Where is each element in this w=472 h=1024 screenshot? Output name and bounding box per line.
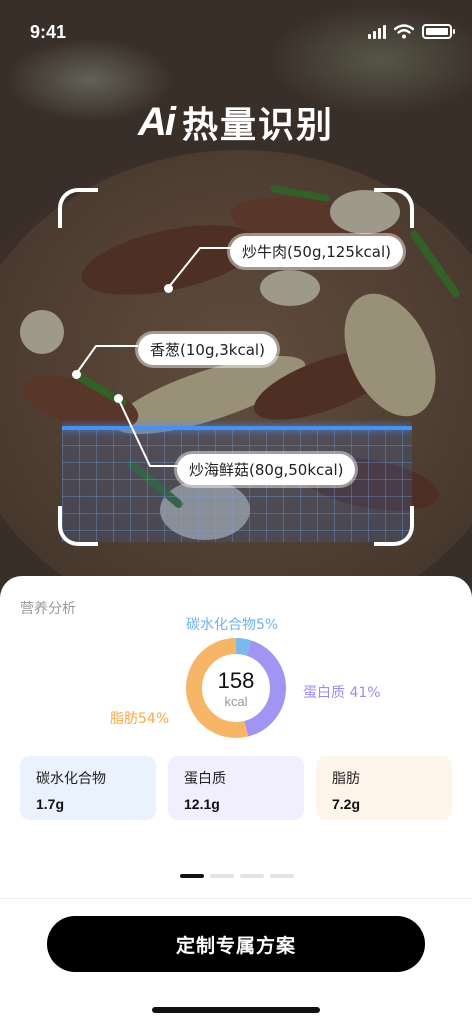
card-value: 1.7g [36,796,65,812]
card-value: 12.1g [184,796,220,812]
macro-cards: 碳水化合物 1.7g 蛋白质 12.1g 脂肪 7.2g [20,756,452,820]
frame-corner-top-left [58,188,98,228]
food-tag-scallion[interactable]: 香葱(10g,3kcal) [138,334,277,365]
tag-dot-beef [164,284,173,293]
nutrition-sheet: 营养分析 158 kcal 碳水化合物5% 蛋白质 41% 脂肪54% 碳水化合… [0,576,472,1024]
frame-corner-top-right [374,188,414,228]
fat-card[interactable]: 脂肪 7.2g [316,756,452,820]
kcal-unit: kcal [224,694,248,709]
customize-plan-button[interactable]: 定制专属方案 [47,916,425,972]
page-dot[interactable] [270,874,294,878]
card-name: 碳水化合物 [36,771,106,787]
frame-corner-bottom-left [58,506,98,546]
frame-corner-bottom-right [374,506,414,546]
tag-dot-scallion [72,370,81,379]
protein-card[interactable]: 蛋白质 12.1g [168,756,304,820]
carb-card[interactable]: 碳水化合物 1.7g [20,756,156,820]
page-dot[interactable] [240,874,264,878]
divider [0,898,472,899]
fat-percent-label: 脂肪54% [110,711,170,727]
total-kcal: 158 [217,668,255,693]
page-dot[interactable] [210,874,234,878]
battery-icon [422,24,455,39]
status-bar: 9:41 [0,0,472,60]
cellular-signal-icon [368,24,386,39]
scan-grid [62,428,412,542]
nutrition-chart: 158 kcal 碳水化合物5% 蛋白质 41% 脂肪54% [0,576,472,756]
page-header: Ai 热量识别 [0,96,472,148]
status-time: 9:41 [30,22,67,42]
carb-percent-label: 碳水化合物5% [186,617,279,633]
card-name: 脂肪 [332,771,360,787]
page-dot[interactable] [180,874,204,878]
page-indicator [180,874,294,878]
protein-percent-label: 蛋白质 41% [303,685,381,701]
page-title: 热量识别 [181,105,334,146]
wifi-icon [394,24,414,39]
card-value: 7.2g [332,796,361,812]
card-name: 蛋白质 [184,771,226,787]
scan-line [62,426,412,430]
ai-logo: Ai [137,99,176,144]
home-indicator[interactable] [152,1007,320,1013]
tag-dot-mushroom [114,394,123,403]
food-tag-beef[interactable]: 炒牛肉(50g,125kcal) [230,236,404,267]
food-tag-mushroom[interactable]: 炒海鲜菇(80g,50kcal) [177,454,356,485]
